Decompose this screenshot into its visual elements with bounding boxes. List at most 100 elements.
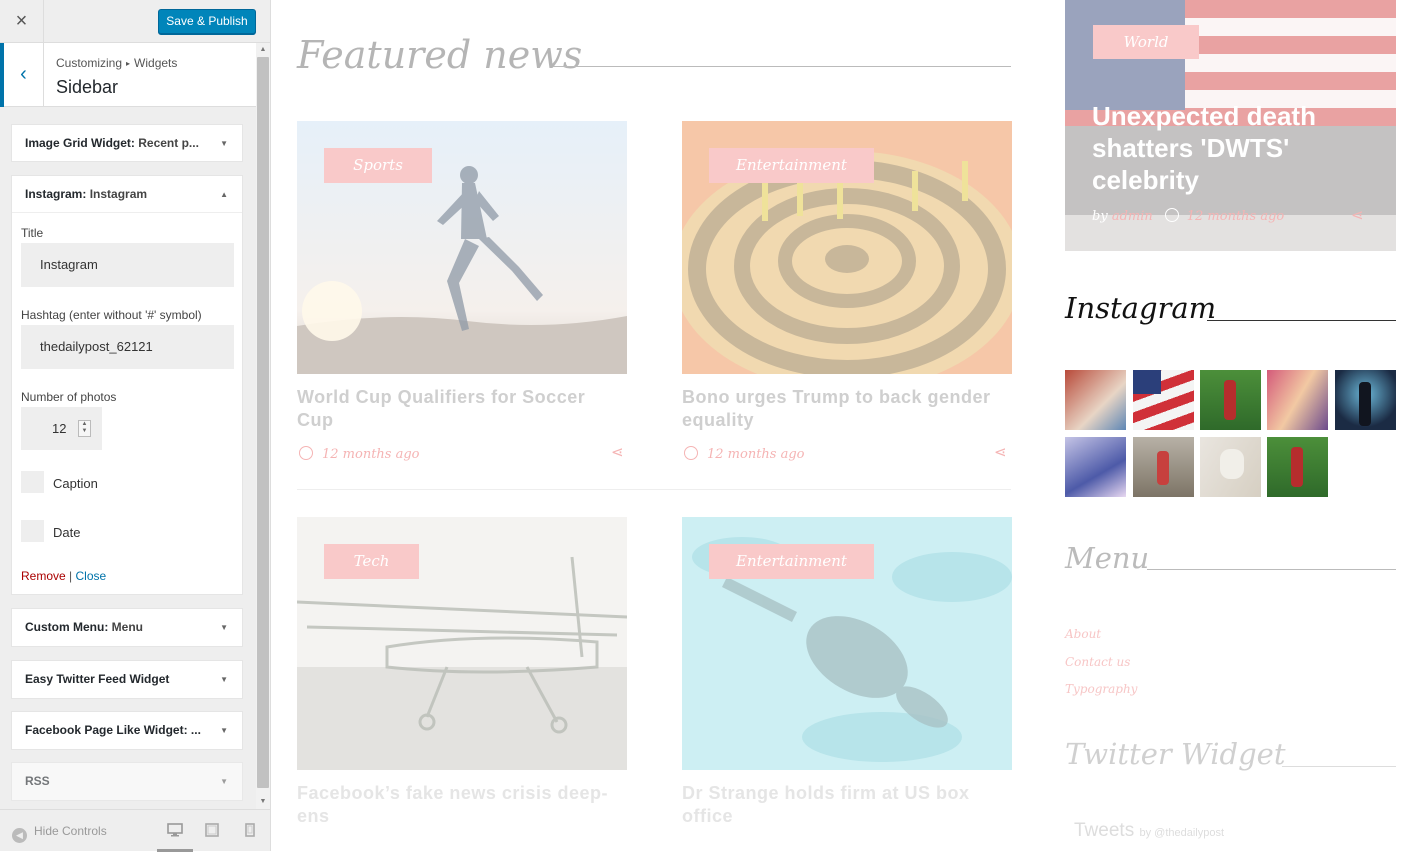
- widget-facebook-page[interactable]: Facebook Page Like Widget: ... ▼: [11, 711, 243, 750]
- clock-icon: [1164, 208, 1179, 222]
- section-title: Sidebar: [56, 77, 119, 97]
- mobile-preview-icon[interactable]: [245, 823, 255, 840]
- instagram-thumb[interactable]: [1200, 370, 1261, 430]
- panel-scrollbar[interactable]: ▲ ▼: [256, 43, 270, 809]
- card-image-tech[interactable]: Tech: [297, 517, 627, 770]
- hashtag-input[interactable]: thedailypost_62121: [21, 325, 234, 369]
- card-title[interactable]: Bono urges Trump to back gender equality: [682, 386, 1012, 432]
- caret-down-icon: ▼: [220, 675, 228, 684]
- instagram-thumb[interactable]: [1133, 437, 1194, 497]
- widget-custom-menu[interactable]: Custom Menu: Menu ▼: [11, 608, 243, 647]
- tablet-preview-icon[interactable]: [205, 823, 219, 840]
- customizer-topbar: × Save & Publish: [0, 0, 270, 43]
- heading-rule: [553, 66, 1011, 67]
- instagram-thumb[interactable]: [1065, 437, 1126, 497]
- widget-instagram: Instagram: Instagram ▲ Title Instagram Ha…: [11, 175, 243, 595]
- close-link[interactable]: Close: [76, 569, 107, 583]
- scrollbar-thumb[interactable]: [257, 57, 269, 788]
- instagram-heading: Instagram: [1065, 291, 1217, 325]
- menu-link-typography[interactable]: Typography: [1065, 682, 1137, 696]
- back-button[interactable]: ‹: [0, 43, 44, 107]
- date-checkbox[interactable]: [21, 520, 44, 542]
- breadcrumb: Customizing ▸ Widgets: [56, 56, 177, 70]
- card-meta: 12 months ago: [299, 446, 420, 462]
- card-title[interactable]: Dr Strange holds firm at US box office: [682, 782, 1012, 828]
- widget-title[interactable]: Easy Twitter Feed Widget ▼: [12, 661, 242, 698]
- widget-title[interactable]: Image Grid Widget: Recent p... ▼: [12, 125, 242, 162]
- date-label: Date: [53, 525, 81, 540]
- row-divider: [297, 489, 1011, 490]
- category-tag[interactable]: Sports: [324, 148, 432, 183]
- save-publish-button[interactable]: Save & Publish: [158, 9, 256, 34]
- clock-icon: [684, 446, 698, 460]
- category-tag[interactable]: Entertainment: [709, 544, 874, 579]
- remove-link[interactable]: Remove: [21, 569, 66, 583]
- caret-down-icon: ▼: [220, 777, 228, 786]
- category-tag[interactable]: Tech: [324, 544, 419, 579]
- caret-up-icon: ▲: [220, 190, 228, 199]
- instagram-thumb[interactable]: [1200, 437, 1261, 497]
- customizer-controls[interactable]: ‹ Customizing ▸ Widgets Sidebar Image Grid…: [0, 43, 256, 809]
- heading-rule: [1147, 569, 1396, 570]
- title-input[interactable]: Instagram: [21, 243, 234, 287]
- breadcrumb-customizing: Customizing: [56, 56, 123, 70]
- widget-title[interactable]: Custom Menu: Menu ▼: [12, 609, 242, 646]
- customizer-panel: × Save & Publish ‹ Customizing ▸ Widgets S…: [0, 0, 271, 852]
- card-image-sports[interactable]: Sports: [297, 121, 627, 374]
- caption-checkbox[interactable]: [21, 471, 44, 493]
- link-separator: |: [69, 569, 73, 583]
- customizer-footer: ◀ Hide Controls: [0, 809, 270, 852]
- category-tag[interactable]: World: [1093, 25, 1199, 59]
- share-icon[interactable]: ⋖: [611, 443, 624, 461]
- breadcrumb-arrow-icon: ▸: [126, 59, 131, 68]
- clock-icon: [299, 446, 313, 460]
- menu-link-contact[interactable]: Contact us: [1065, 655, 1130, 669]
- card-title[interactable]: World Cup Qualifiers for Soccer Cup: [297, 386, 627, 432]
- photos-label: Number of photos: [21, 390, 117, 404]
- card-meta: 12 months ago: [684, 446, 805, 462]
- world-card-meta: by admin 12 months ago: [1092, 208, 1285, 224]
- caption-label: Caption: [53, 476, 98, 491]
- widget-easy-twitter[interactable]: Easy Twitter Feed Widget ▼: [11, 660, 243, 699]
- card-image-entertainment[interactable]: Entertainment: [682, 121, 1012, 374]
- scroll-up-icon[interactable]: ▲: [256, 43, 270, 57]
- site-preview[interactable]: Featured news Sports World Cup Qualifier…: [271, 0, 1419, 851]
- instagram-thumb[interactable]: [1065, 370, 1126, 430]
- widget-title[interactable]: Facebook Page Like Widget: ... ▼: [12, 712, 242, 749]
- tweets-header: Tweets by @thedailypost: [1074, 820, 1225, 841]
- twitter-widget-heading: Twitter Widget: [1065, 737, 1286, 771]
- widget-title[interactable]: RSS ▼: [12, 763, 242, 800]
- widget-actions: Remove | Close: [21, 569, 106, 583]
- desktop-preview-icon[interactable]: [167, 823, 183, 840]
- instagram-thumb[interactable]: [1267, 437, 1328, 497]
- instagram-thumb[interactable]: [1133, 370, 1194, 430]
- menu-heading: Menu: [1065, 541, 1150, 575]
- caret-down-icon: ▼: [220, 726, 228, 735]
- widget-rss[interactable]: RSS ▼: [11, 762, 243, 801]
- close-customizer-button[interactable]: ×: [0, 0, 44, 43]
- menu-link-about[interactable]: About: [1065, 627, 1101, 641]
- scroll-down-icon[interactable]: ▼: [256, 795, 270, 809]
- photos-number-input[interactable]: 12 ▲ ▼: [21, 407, 102, 450]
- share-icon[interactable]: ⋖: [1351, 206, 1364, 224]
- widget-image-grid[interactable]: Image Grid Widget: Recent p... ▼: [11, 124, 243, 162]
- share-icon[interactable]: ⋖: [994, 443, 1007, 461]
- caret-down-icon: ▼: [220, 623, 228, 632]
- collapse-icon: ◀: [12, 828, 27, 843]
- heading-rule: [1207, 320, 1396, 321]
- featured-news-heading: Featured news: [297, 33, 583, 77]
- hide-controls-button[interactable]: ◀ Hide Controls: [12, 824, 107, 843]
- hashtag-label: Hashtag (enter without '#' symbol): [21, 308, 202, 322]
- world-feature-card[interactable]: World Unexpected death shatters 'DWTS' c…: [1065, 0, 1396, 251]
- instagram-thumb[interactable]: [1335, 370, 1396, 430]
- section-header: ‹ Customizing ▸ Widgets Sidebar: [0, 43, 256, 107]
- author-link[interactable]: admin: [1112, 209, 1153, 224]
- category-tag[interactable]: Entertainment: [709, 148, 874, 183]
- instagram-thumb[interactable]: [1267, 370, 1328, 430]
- card-image-entertainment-2[interactable]: Entertainment: [682, 517, 1012, 770]
- card-title[interactable]: Facebook’s fake news crisis deep-ens: [297, 782, 627, 828]
- chevron-left-icon: ‹: [20, 63, 27, 85]
- world-card-title[interactable]: Unexpected death shatters 'DWTS' celebri…: [1092, 100, 1382, 196]
- widget-title[interactable]: Instagram: Instagram ▲: [12, 176, 242, 213]
- spinner-icon[interactable]: ▲ ▼: [78, 420, 91, 437]
